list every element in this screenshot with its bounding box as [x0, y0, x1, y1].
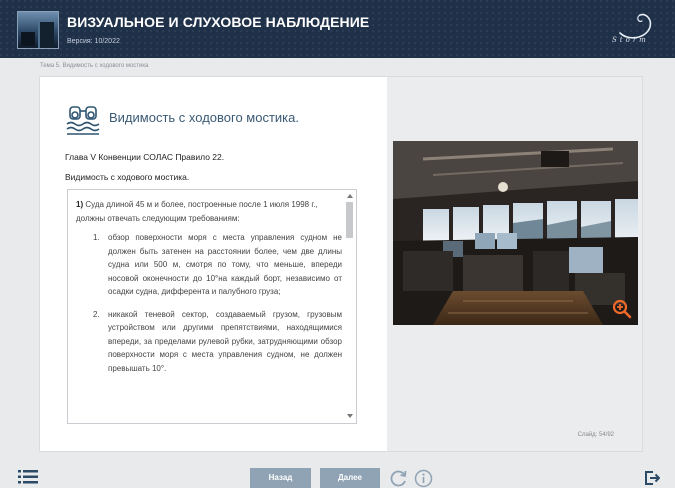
- course-version: Версия: 10/2022: [67, 38, 120, 45]
- back-button[interactable]: Назад: [250, 468, 311, 488]
- scrollbar[interactable]: [346, 194, 354, 418]
- reload-icon[interactable]: [389, 469, 408, 488]
- regulation-subtitle: Видимость с ходового мостика.: [65, 172, 190, 182]
- storm-logo-icon: [619, 13, 652, 39]
- slide-card: Видимость с ходового мостика. Глава V Ко…: [39, 76, 643, 452]
- slide-counter: Слайд: 54/92: [577, 432, 614, 438]
- exit-icon[interactable]: [644, 470, 660, 486]
- list-item: 1. обзор поверхности моря с места управл…: [76, 231, 342, 299]
- next-button[interactable]: Далее: [320, 468, 380, 488]
- list-item-number: 2.: [93, 309, 100, 319]
- ship-bridge-photo[interactable]: [393, 141, 638, 325]
- app-header: ВИЗУАЛЬНОЕ И СЛУХОВОЕ НАБЛЮДЕНИЕ Версия:…: [0, 0, 675, 58]
- scrollbar-thumb[interactable]: [346, 202, 353, 238]
- regulation-reference: Глава V Конвенции СОЛАС Правило 22.: [65, 152, 225, 162]
- breadcrumb: Тема 5. Видимость с ходового мостика: [40, 63, 149, 69]
- binoculars-icon: [66, 106, 100, 135]
- ship-thumbnail: [17, 11, 59, 49]
- regulation-text: 1) Суда длиной 45 м и более, построенные…: [76, 198, 342, 384]
- list-item-text: никакой теневой сектор, создаваемый груз…: [108, 309, 342, 373]
- list-item-text: обзор поверхности моря с места управлени…: [108, 233, 342, 296]
- scroll-down-arrow-icon[interactable]: [347, 414, 353, 418]
- requirements-list: 1. обзор поверхности моря с места управл…: [76, 231, 342, 375]
- intro-text: Суда длиной 45 м и более, построенные по…: [76, 200, 318, 223]
- course-title: ВИЗУАЛЬНОЕ И СЛУХОВОЕ НАБЛЮДЕНИЕ: [67, 14, 370, 30]
- logo-text: Storm: [612, 36, 649, 44]
- image-pane: Слайд: 54/92: [387, 77, 642, 451]
- slide-title: Видимость с ходового мостика.: [109, 110, 299, 125]
- list-item-number: 1.: [93, 233, 100, 242]
- menu-list-icon[interactable]: [18, 470, 38, 484]
- text-pane: Видимость с ходового мостика. Глава V Ко…: [40, 77, 387, 451]
- info-icon[interactable]: [414, 469, 433, 488]
- scrollable-text-box[interactable]: 1) Суда длиной 45 м и более, построенные…: [67, 189, 357, 424]
- bridge-illustration: [393, 141, 638, 325]
- scroll-up-arrow-icon[interactable]: [347, 194, 353, 198]
- list-item: 2. никакой теневой сектор, создаваемый г…: [76, 308, 342, 376]
- zoom-in-icon[interactable]: [612, 299, 632, 319]
- intro-paragraph: 1) Суда длиной 45 м и более, построенные…: [76, 198, 342, 225]
